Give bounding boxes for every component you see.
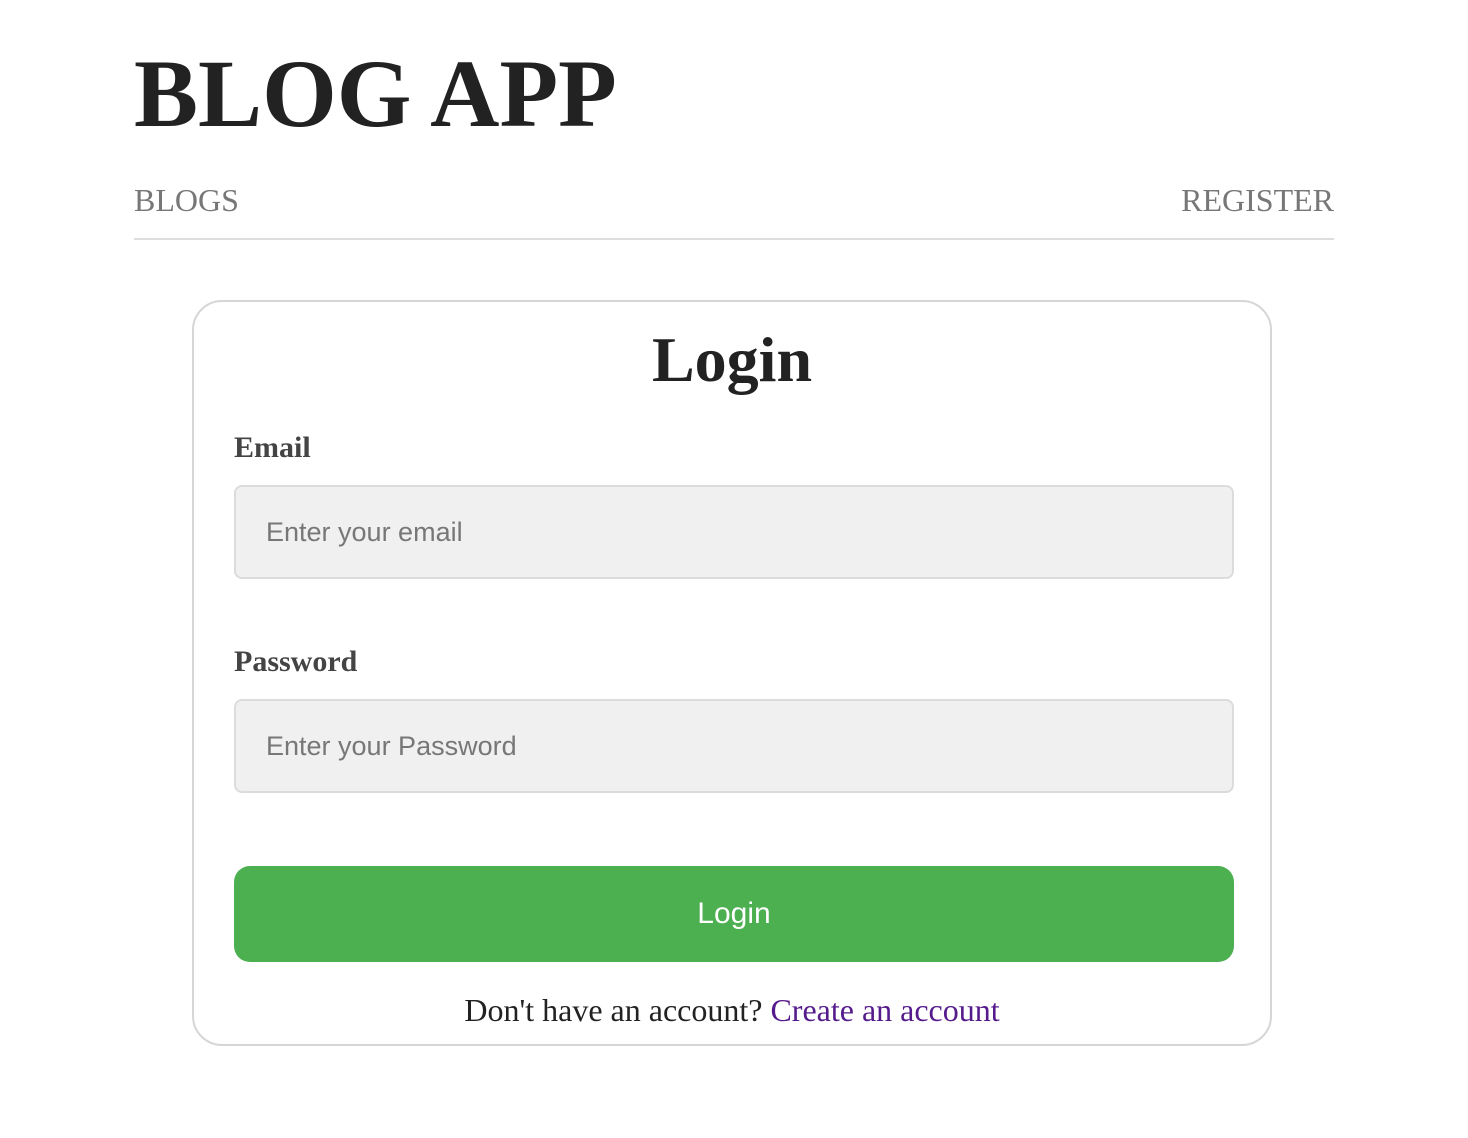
email-label: Email — [234, 431, 311, 464]
login-card: Login Email Password Login Don't have an… — [192, 300, 1272, 1046]
nav-link-blogs[interactable]: BLOGS — [134, 180, 239, 220]
signup-prompt: Don't have an account? — [464, 992, 763, 1028]
signup-line: Don't have an account? Create an account — [194, 990, 1270, 1030]
email-input[interactable] — [234, 485, 1234, 579]
login-button[interactable]: Login — [234, 866, 1234, 962]
create-account-link[interactable]: Create an account — [770, 992, 999, 1028]
password-input[interactable] — [234, 699, 1234, 793]
top-nav: BLOGS REGISTER — [134, 178, 1334, 240]
nav-link-register[interactable]: REGISTER — [1181, 180, 1334, 220]
password-label: Password — [234, 645, 358, 678]
login-title: Login — [651, 324, 813, 395]
app-title: BLOG APP — [134, 40, 617, 147]
